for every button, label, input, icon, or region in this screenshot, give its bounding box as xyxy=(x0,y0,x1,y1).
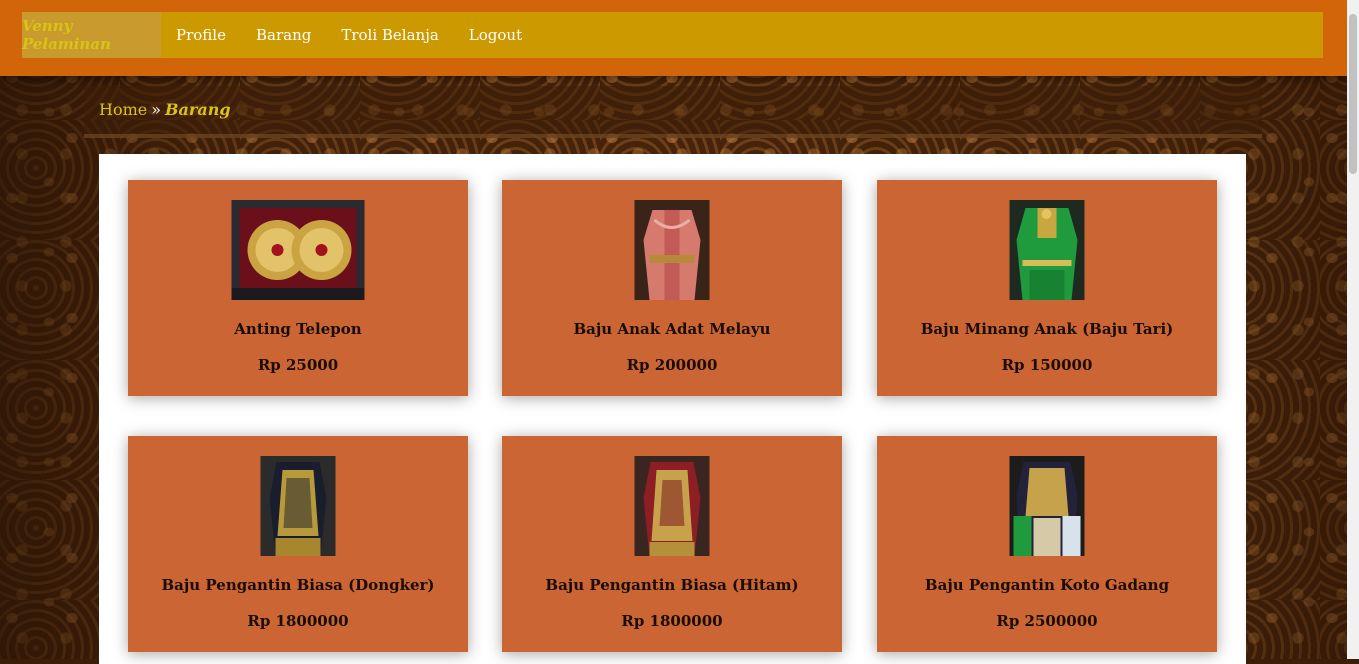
product-image[interactable] xyxy=(1009,200,1085,300)
nav-profile[interactable]: Profile xyxy=(161,12,241,58)
product-card[interactable]: Anting Telepon Rp 25000 xyxy=(128,180,468,396)
product-price: Rp 2500000 xyxy=(996,612,1098,630)
nav-logout[interactable]: Logout xyxy=(454,12,537,58)
product-name: Baju Pengantin Biasa (Dongker) xyxy=(161,576,435,594)
product-image[interactable] xyxy=(634,200,710,300)
brand-link[interactable]: Venny Pelaminan xyxy=(22,12,161,58)
breadcrumb-separator: » xyxy=(151,100,162,119)
breadcrumb: Home» Barang xyxy=(99,100,231,119)
product-price: Rp 200000 xyxy=(626,356,718,374)
breadcrumb-current: Barang xyxy=(165,100,231,119)
breadcrumb-home[interactable]: Home xyxy=(99,100,147,119)
product-image[interactable] xyxy=(634,456,710,556)
product-image[interactable] xyxy=(260,456,336,556)
product-name: Baju Pengantin Koto Gadang xyxy=(924,576,1170,594)
scrollbar-thumb[interactable] xyxy=(1349,14,1357,174)
product-image[interactable] xyxy=(231,200,365,300)
product-price: Rp 150000 xyxy=(1001,356,1093,374)
product-price: Rp 1800000 xyxy=(247,612,349,630)
breadcrumb-bar: Home» Barang xyxy=(84,86,1262,138)
product-name: Baju Pengantin Biasa (Hitam) xyxy=(545,576,799,594)
product-image[interactable] xyxy=(1009,456,1085,556)
navbar: Venny Pelaminan Profile Barang Troli Bel… xyxy=(22,12,1323,58)
product-name: Baju Minang Anak (Baju Tari) xyxy=(920,320,1174,338)
product-name: Anting Telepon xyxy=(234,320,362,338)
top-bar: Venny Pelaminan Profile Barang Troli Bel… xyxy=(0,0,1347,76)
product-name: Baju Anak Adat Melayu xyxy=(573,320,771,338)
product-card[interactable]: Baju Minang Anak (Baju Tari) Rp 150000 xyxy=(877,180,1217,396)
product-price: Rp 25000 xyxy=(257,356,339,374)
nav-barang[interactable]: Barang xyxy=(241,12,326,58)
product-panel: Anting Telepon Rp 25000 Baju Anak Adat M… xyxy=(99,154,1246,664)
product-card[interactable]: Baju Anak Adat Melayu Rp 200000 xyxy=(502,180,842,396)
nav-troli-belanja[interactable]: Troli Belanja xyxy=(326,12,453,58)
page-scrollbar[interactable] xyxy=(1347,0,1359,659)
product-card[interactable]: Baju Pengantin Biasa (Hitam) Rp 1800000 xyxy=(502,436,842,652)
product-price: Rp 1800000 xyxy=(621,612,723,630)
product-card[interactable]: Baju Pengantin Koto Gadang Rp 2500000 xyxy=(877,436,1217,652)
product-card[interactable]: Baju Pengantin Biasa (Dongker) Rp 180000… xyxy=(128,436,468,652)
